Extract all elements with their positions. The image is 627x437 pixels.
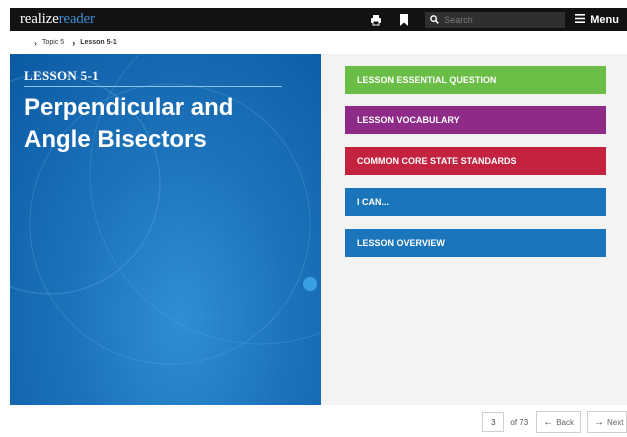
print-icon[interactable] bbox=[369, 13, 383, 27]
lesson-links-panel: LESSON ESSENTIAL QUESTION LESSON VOCABUL… bbox=[321, 54, 627, 405]
arrow-left-icon: ← bbox=[543, 416, 554, 428]
lesson-number: LESSON 5-1 bbox=[24, 68, 99, 83]
bookmark-icon[interactable] bbox=[397, 13, 411, 27]
menu-button[interactable]: Menu bbox=[575, 13, 619, 26]
pager: of 73 ← Back → Next bbox=[482, 411, 627, 433]
lesson-title-line: Perpendicular and bbox=[24, 94, 234, 121]
brand-realize: realize bbox=[20, 11, 59, 27]
search-input[interactable] bbox=[444, 14, 555, 25]
brand-reader: reader bbox=[58, 11, 95, 27]
breadcrumb-item-lesson[interactable]: › Lesson 5-1 bbox=[72, 38, 117, 48]
lesson-title: Perpendicular and Angle Bisectors bbox=[24, 92, 314, 156]
lesson-link-label: I CAN... bbox=[357, 197, 390, 207]
back-label: Back bbox=[556, 417, 574, 427]
lesson-link-label: LESSON OVERVIEW bbox=[357, 238, 445, 248]
top-bar: realizereader Menu bbox=[10, 8, 627, 31]
vocabulary-button[interactable]: LESSON VOCABULARY bbox=[345, 106, 606, 134]
breadcrumb-label: Topic 5 bbox=[42, 39, 65, 46]
standards-button[interactable]: COMMON CORE STATE STANDARDS bbox=[345, 147, 606, 175]
page-number-box bbox=[482, 412, 505, 432]
back-button[interactable]: ← Back bbox=[536, 411, 581, 433]
lesson-overview-button[interactable]: LESSON OVERVIEW bbox=[345, 229, 606, 257]
breadcrumb-label: Lesson 5-1 bbox=[80, 39, 117, 46]
footer-bar: of 73 ← Back → Next bbox=[10, 405, 627, 437]
lesson-link-label: COMMON CORE STATE STANDARDS bbox=[357, 156, 517, 166]
menu-label: Menu bbox=[590, 13, 619, 26]
next-button[interactable]: → Next bbox=[587, 411, 627, 433]
lesson-link-label: LESSON VOCABULARY bbox=[357, 115, 460, 125]
top-bar-actions: Menu bbox=[369, 8, 627, 31]
lesson-hero-panel: LESSON 5-1 Perpendicular and Angle Bisec… bbox=[10, 54, 321, 405]
search-box bbox=[425, 11, 566, 29]
app-logo[interactable]: realizereader bbox=[20, 11, 95, 28]
hamburger-icon bbox=[575, 13, 586, 26]
lesson-link-label: LESSON ESSENTIAL QUESTION bbox=[357, 75, 497, 85]
i-can-button[interactable]: I CAN... bbox=[345, 188, 606, 216]
breadcrumb-item-topic[interactable]: › Topic 5 bbox=[34, 38, 64, 48]
lesson-title-line: Angle Bisectors bbox=[24, 126, 207, 153]
title-divider bbox=[24, 86, 282, 87]
breadcrumb: › Topic 5 › Lesson 5-1 bbox=[10, 31, 627, 54]
essential-question-button[interactable]: LESSON ESSENTIAL QUESTION bbox=[345, 66, 606, 94]
chevron-right-icon: › bbox=[72, 37, 76, 48]
next-label: Next bbox=[607, 417, 624, 427]
arrow-right-icon: → bbox=[594, 416, 604, 428]
page-total: of 73 bbox=[510, 417, 529, 427]
page-number-input[interactable] bbox=[484, 417, 503, 427]
search-icon[interactable] bbox=[430, 11, 440, 29]
chevron-right-icon: › bbox=[34, 37, 37, 48]
